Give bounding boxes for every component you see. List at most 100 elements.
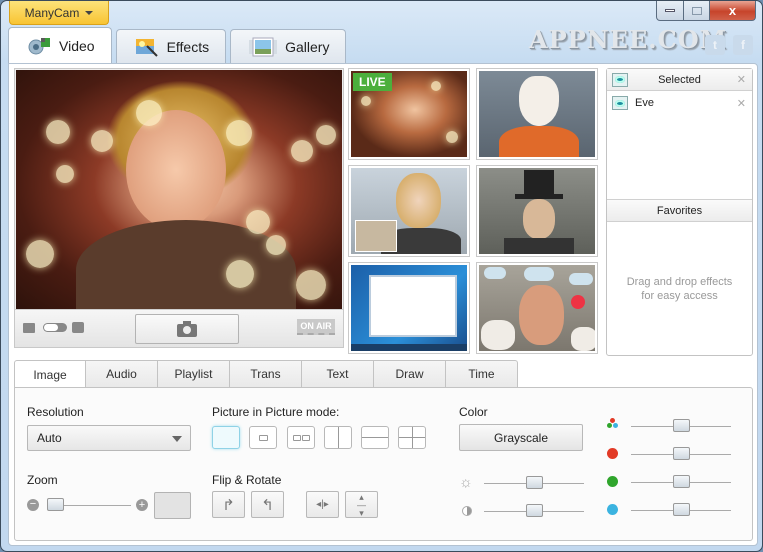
video-mode-icon[interactable] bbox=[23, 323, 35, 333]
zoom-slider[interactable] bbox=[47, 498, 131, 512]
resolution-select[interactable]: Auto bbox=[27, 425, 191, 451]
pip-mode-small-inset[interactable] bbox=[249, 426, 277, 449]
red-channel-icon bbox=[607, 448, 618, 459]
video-tab-content: ON AIR LIVE Selected ✕ Eve ✕ Favorites D… bbox=[8, 63, 758, 546]
tab-image[interactable]: Image bbox=[14, 360, 86, 388]
thumbnail-rain-cloud-effect[interactable] bbox=[476, 262, 598, 354]
blue-slider-knob[interactable] bbox=[673, 503, 690, 516]
image-settings-panel: Resolution Auto Picture in Picture mode:… bbox=[14, 387, 753, 541]
tab-gallery[interactable]: Gallery bbox=[230, 29, 347, 63]
bokeh-light bbox=[316, 125, 336, 145]
pip-mode-split-vertical[interactable] bbox=[324, 426, 352, 449]
tab-text[interactable]: Text bbox=[302, 360, 374, 387]
face-shape bbox=[523, 199, 555, 239]
minimize-button[interactable] bbox=[656, 1, 684, 21]
effects-wand-icon bbox=[135, 37, 159, 57]
zoom-label: Zoom bbox=[27, 473, 58, 487]
pip-mode-dual-inset[interactable] bbox=[287, 426, 315, 449]
thumbnail-cat-mask-effect[interactable] bbox=[476, 68, 598, 160]
source-thumbnails: LIVE bbox=[348, 68, 604, 356]
shirt-shape bbox=[504, 238, 574, 254]
contrast-slider-knob[interactable] bbox=[526, 504, 543, 517]
manycam-menu-button[interactable]: ManyCam bbox=[9, 1, 109, 25]
eye-icon[interactable] bbox=[612, 72, 628, 87]
red-slider[interactable] bbox=[631, 447, 731, 461]
rotate-left-icon: ↰ bbox=[261, 496, 274, 514]
split-horizontal-icon bbox=[362, 437, 388, 438]
contrast-icon bbox=[462, 506, 472, 516]
bokeh-light bbox=[46, 120, 70, 144]
flip-horizontal-button[interactable]: ◂|▸ bbox=[306, 491, 339, 518]
favorites-hint-line1: Drag and drop effects bbox=[626, 276, 733, 288]
thumbnail-live-webcam[interactable]: LIVE bbox=[348, 68, 470, 160]
saturation-slider-knob[interactable] bbox=[673, 419, 690, 432]
selected-effect-item[interactable]: Eve ✕ bbox=[607, 91, 752, 115]
maximize-button[interactable] bbox=[684, 1, 710, 21]
tab-video[interactable]: Video bbox=[8, 27, 112, 63]
pip-mode-off[interactable] bbox=[212, 426, 240, 449]
rotate-right-button[interactable]: ↱ bbox=[212, 491, 245, 518]
close-button[interactable]: x bbox=[710, 1, 756, 21]
bokeh-light bbox=[26, 240, 54, 268]
pip-mode-quad[interactable] bbox=[398, 426, 426, 449]
red-slider-knob[interactable] bbox=[673, 447, 690, 460]
pip-mode-split-horizontal[interactable] bbox=[361, 426, 389, 449]
flip-horizontal-icon: ◂|▸ bbox=[316, 499, 329, 510]
rotate-left-button[interactable]: ↰ bbox=[251, 491, 284, 518]
tab-draw[interactable]: Draw bbox=[374, 360, 446, 387]
zoom-out-icon[interactable]: − bbox=[27, 499, 39, 511]
pig-shape bbox=[571, 327, 595, 351]
webcam-icon bbox=[27, 36, 51, 56]
snapshot-button[interactable] bbox=[135, 314, 239, 344]
saturation-slider[interactable] bbox=[631, 419, 731, 433]
settings-tabs: Image Audio Playlist Trans Text Draw Tim… bbox=[14, 360, 518, 388]
grayscale-button[interactable]: Grayscale bbox=[459, 424, 583, 451]
green-slider-knob[interactable] bbox=[673, 475, 690, 488]
twitter-button[interactable]: t bbox=[705, 35, 725, 55]
facebook-button[interactable]: f bbox=[733, 35, 753, 55]
app-window: ManyCam x APPNEE.COM t f Video Effects G… bbox=[0, 0, 763, 552]
live-badge: LIVE bbox=[353, 73, 392, 91]
close-icon[interactable]: ✕ bbox=[737, 73, 746, 86]
brand-watermark: APPNEE.COM bbox=[529, 25, 728, 54]
on-air-button[interactable]: ON AIR bbox=[297, 319, 335, 335]
photo-mode-icon[interactable] bbox=[72, 322, 84, 333]
brightness-slider-knob[interactable] bbox=[526, 476, 543, 489]
rotate-right-icon: ↱ bbox=[222, 496, 235, 514]
tab-effects[interactable]: Effects bbox=[115, 29, 227, 63]
bokeh-light bbox=[91, 130, 113, 152]
eye-icon[interactable] bbox=[612, 96, 628, 110]
brightness-slider[interactable] bbox=[484, 476, 584, 490]
bokeh-light bbox=[56, 165, 74, 183]
zoom-in-icon[interactable]: + bbox=[136, 499, 148, 511]
green-slider[interactable] bbox=[631, 475, 731, 489]
thumbnail-desktop-screen[interactable] bbox=[348, 262, 470, 354]
mode-toggle-switch[interactable] bbox=[43, 323, 67, 332]
flip-rotate-label: Flip & Rotate bbox=[212, 473, 282, 487]
thumbnail-picture-in-picture[interactable] bbox=[348, 165, 470, 257]
color-label: Color bbox=[459, 405, 488, 419]
tab-time[interactable]: Time bbox=[446, 360, 518, 387]
cloud-shape bbox=[569, 273, 593, 285]
tab-playlist[interactable]: Playlist bbox=[158, 360, 230, 387]
brightness-icon: ☼ bbox=[459, 474, 473, 491]
flower-shape bbox=[571, 295, 585, 309]
remove-effect-icon[interactable]: ✕ bbox=[737, 97, 746, 110]
effects-sidebar: Selected ✕ Eve ✕ Favorites Drag and drop… bbox=[606, 68, 753, 356]
tab-video-label: Video bbox=[59, 37, 95, 54]
bokeh-light bbox=[291, 140, 313, 162]
favorites-section: Favorites bbox=[607, 199, 752, 224]
zoom-slider-knob[interactable] bbox=[47, 498, 64, 511]
contrast-slider[interactable] bbox=[484, 504, 584, 518]
tab-audio[interactable]: Audio bbox=[86, 360, 158, 387]
tab-trans[interactable]: Trans bbox=[230, 360, 302, 387]
flip-vertical-button[interactable]: ▴ — ▾ bbox=[345, 491, 378, 518]
taskbar bbox=[351, 344, 467, 351]
selected-effect-label: Eve bbox=[635, 97, 654, 109]
preview-toolbar: ON AIR bbox=[15, 309, 343, 347]
green-channel-icon bbox=[607, 476, 618, 487]
blue-slider[interactable] bbox=[631, 503, 731, 517]
selected-title: Selected bbox=[658, 73, 701, 86]
thumbnail-top-hat-effect[interactable] bbox=[476, 165, 598, 257]
bokeh-light bbox=[136, 100, 162, 126]
